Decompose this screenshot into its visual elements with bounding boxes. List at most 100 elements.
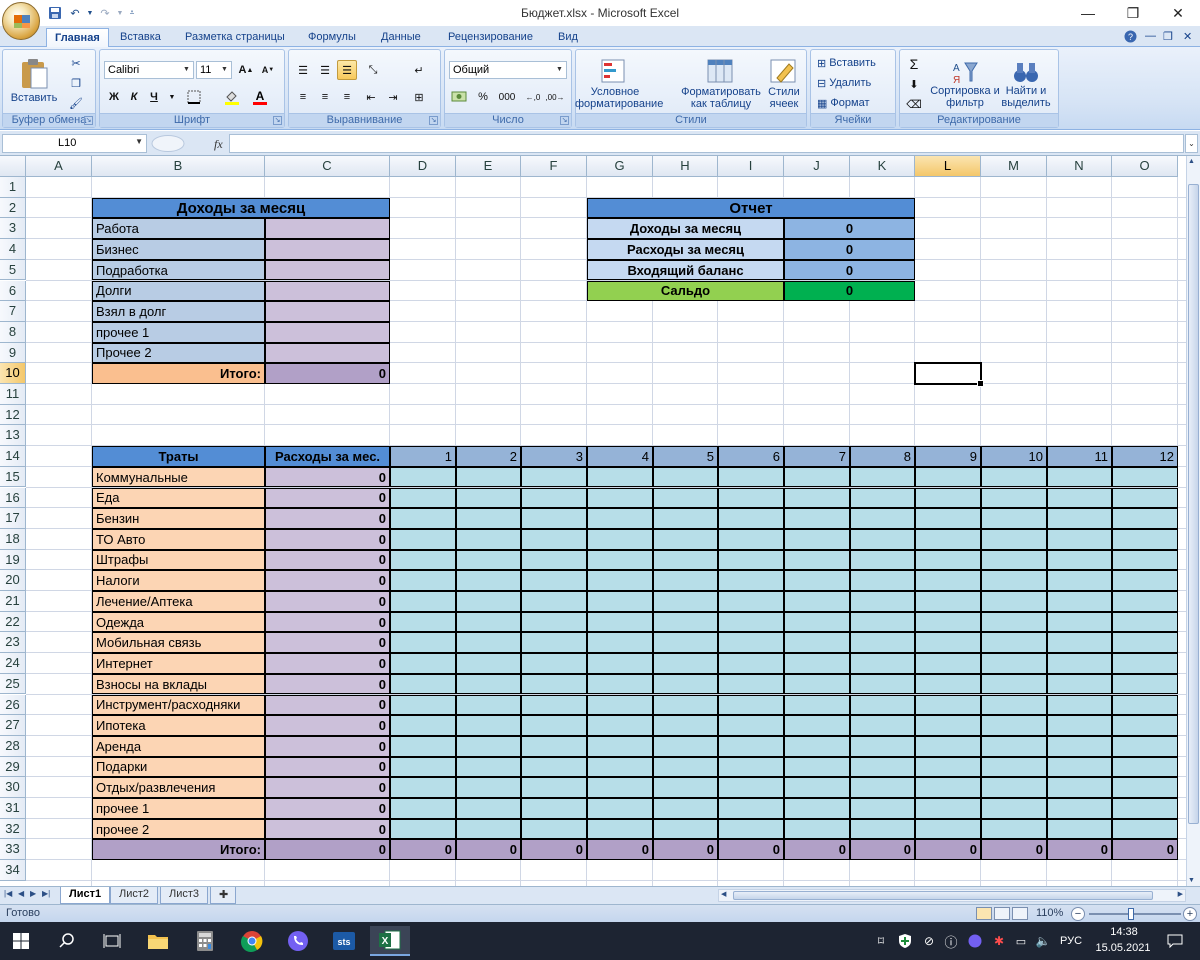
expense-day-cell[interactable] bbox=[981, 653, 1047, 674]
row-header-26[interactable]: 26 bbox=[0, 694, 26, 716]
expenses-day-total[interactable]: 0 bbox=[718, 839, 784, 861]
expense-day-cell[interactable] bbox=[456, 549, 521, 571]
expense-day-cell[interactable] bbox=[915, 798, 981, 819]
expense-day-cell[interactable] bbox=[390, 673, 456, 695]
row-header-4[interactable]: 4 bbox=[0, 239, 26, 260]
cell-styles-button[interactable]: Стили ячеек bbox=[764, 54, 804, 114]
expense-item-total[interactable]: 0 bbox=[265, 756, 390, 778]
income-item-label[interactable]: Подработка bbox=[92, 259, 265, 281]
expenses-day-total[interactable]: 0 bbox=[1112, 839, 1178, 861]
ribbon-close-icon[interactable]: ✕ bbox=[1183, 30, 1192, 43]
expense-day-cell[interactable] bbox=[456, 591, 521, 612]
expense-day-cell[interactable] bbox=[1112, 611, 1178, 633]
expense-day-cell[interactable] bbox=[1047, 611, 1112, 633]
column-header-e[interactable]: E bbox=[456, 156, 521, 177]
spreadsheet-grid[interactable]: ABCDEFGHIJKLMNO 1 2 3 4 5 6 7 8 9 10 11 12 13 14 15 16 1… bbox=[0, 156, 1186, 886]
expense-item-total[interactable]: 0 bbox=[265, 466, 390, 488]
expense-day-cell[interactable] bbox=[587, 735, 653, 757]
expense-day-cell[interactable] bbox=[521, 798, 587, 819]
autosum-icon[interactable]: Σ bbox=[904, 54, 924, 74]
formula-expand-icon[interactable]: ⌄ bbox=[1185, 134, 1198, 153]
expense-item-total[interactable]: 0 bbox=[265, 735, 390, 757]
expense-day-cell[interactable] bbox=[390, 591, 456, 612]
expense-day-cell[interactable] bbox=[784, 715, 850, 736]
name-box[interactable]: L10 ▼ bbox=[2, 134, 147, 153]
bold-button[interactable]: Ж bbox=[104, 87, 124, 107]
row-header-10[interactable]: 10 bbox=[0, 363, 26, 384]
expenses-day-header[interactable]: 10 bbox=[981, 446, 1047, 467]
expense-day-cell[interactable] bbox=[456, 653, 521, 674]
expense-day-cell[interactable] bbox=[981, 570, 1047, 591]
expense-day-cell[interactable] bbox=[653, 673, 718, 695]
number-format-combo[interactable]: Общий ▼ bbox=[449, 61, 567, 79]
column-header-l[interactable]: L bbox=[915, 156, 981, 177]
ribbon-minimize-icon[interactable]: — bbox=[1145, 30, 1156, 42]
align-middle-icon[interactable]: ☰ bbox=[315, 60, 335, 80]
expense-day-cell[interactable] bbox=[653, 632, 718, 654]
expense-day-cell[interactable] bbox=[784, 653, 850, 674]
row-header-12[interactable]: 12 bbox=[0, 404, 26, 426]
shrink-font-icon[interactable]: A ▼ bbox=[258, 60, 278, 80]
viber-tray-icon[interactable] bbox=[966, 926, 984, 956]
sheet-tab-2[interactable]: Лист2 bbox=[110, 887, 159, 904]
display-tray-icon[interactable]: ▭ bbox=[1012, 926, 1030, 956]
expense-day-cell[interactable] bbox=[784, 756, 850, 778]
expense-day-cell[interactable] bbox=[784, 735, 850, 757]
expense-item-total[interactable]: 0 bbox=[265, 653, 390, 674]
sheet-tab-1[interactable]: Лист1 bbox=[60, 887, 111, 904]
scroll-up-icon[interactable]: ▲ bbox=[1188, 158, 1195, 165]
expense-item-label[interactable]: Подарки bbox=[92, 756, 265, 778]
expense-day-cell[interactable] bbox=[521, 591, 587, 612]
expense-day-cell[interactable] bbox=[981, 756, 1047, 778]
expenses-day-total[interactable]: 0 bbox=[1047, 839, 1112, 861]
expense-day-cell[interactable] bbox=[718, 508, 784, 529]
info-tray-icon[interactable]: ⓘ bbox=[942, 926, 960, 956]
expense-item-label[interactable]: Взносы на вклады bbox=[92, 673, 265, 695]
defender-icon[interactable] bbox=[896, 926, 914, 956]
expense-item-label[interactable]: прочее 2 bbox=[92, 818, 265, 840]
scroll-down-icon[interactable]: ▼ bbox=[1188, 877, 1195, 884]
row-header-23[interactable]: 23 bbox=[0, 632, 26, 654]
expense-day-cell[interactable] bbox=[587, 777, 653, 798]
income-item-label[interactable]: Долги bbox=[92, 280, 265, 302]
report-row-value[interactable]: 0 bbox=[784, 239, 915, 260]
expense-day-cell[interactable] bbox=[718, 818, 784, 840]
alignment-launcher-icon[interactable]: ↘ bbox=[429, 116, 438, 125]
expense-day-cell[interactable] bbox=[521, 528, 587, 550]
cut-icon[interactable]: ✂ bbox=[65, 54, 87, 72]
expense-day-cell[interactable] bbox=[653, 466, 718, 488]
expenses-day-header[interactable]: 8 bbox=[850, 446, 915, 467]
column-header-m[interactable]: M bbox=[981, 156, 1047, 177]
row-header-28[interactable]: 28 bbox=[0, 735, 26, 757]
horizontal-scrollbar[interactable]: ◀ ▶ bbox=[718, 889, 1186, 902]
close-button[interactable]: ✕ bbox=[1155, 0, 1200, 26]
insert-function-icon[interactable]: fx bbox=[214, 137, 223, 151]
row-header-13[interactable]: 13 bbox=[0, 425, 26, 447]
expenses-day-header[interactable]: 12 bbox=[1112, 446, 1178, 467]
expense-day-cell[interactable] bbox=[718, 673, 784, 695]
row-header-18[interactable]: 18 bbox=[0, 528, 26, 550]
expense-day-cell[interactable] bbox=[981, 694, 1047, 716]
expense-day-cell[interactable] bbox=[850, 818, 915, 840]
expense-day-cell[interactable] bbox=[587, 694, 653, 716]
expense-day-cell[interactable] bbox=[850, 611, 915, 633]
align-right-icon[interactable]: ≡ bbox=[337, 87, 357, 107]
expense-day-cell[interactable] bbox=[390, 735, 456, 757]
expense-day-cell[interactable] bbox=[521, 508, 587, 529]
expense-day-cell[interactable] bbox=[981, 528, 1047, 550]
prev-sheet-icon[interactable]: ◀ bbox=[18, 889, 24, 898]
file-explorer-icon[interactable] bbox=[143, 926, 173, 956]
expense-day-cell[interactable] bbox=[915, 487, 981, 509]
expense-day-cell[interactable] bbox=[1047, 487, 1112, 509]
column-header-i[interactable]: I bbox=[718, 156, 784, 177]
expense-day-cell[interactable] bbox=[850, 673, 915, 695]
expense-day-cell[interactable] bbox=[653, 528, 718, 550]
expense-item-label[interactable]: Отдых/развлечения bbox=[92, 777, 265, 798]
row-header-15[interactable]: 15 bbox=[0, 466, 26, 488]
expense-day-cell[interactable] bbox=[981, 818, 1047, 840]
sheet-tab-3[interactable]: Лист3 bbox=[160, 887, 209, 904]
column-header-b[interactable]: B bbox=[92, 156, 265, 177]
expense-day-cell[interactable] bbox=[521, 466, 587, 488]
expense-item-total[interactable]: 0 bbox=[265, 549, 390, 571]
expense-day-cell[interactable] bbox=[981, 487, 1047, 509]
